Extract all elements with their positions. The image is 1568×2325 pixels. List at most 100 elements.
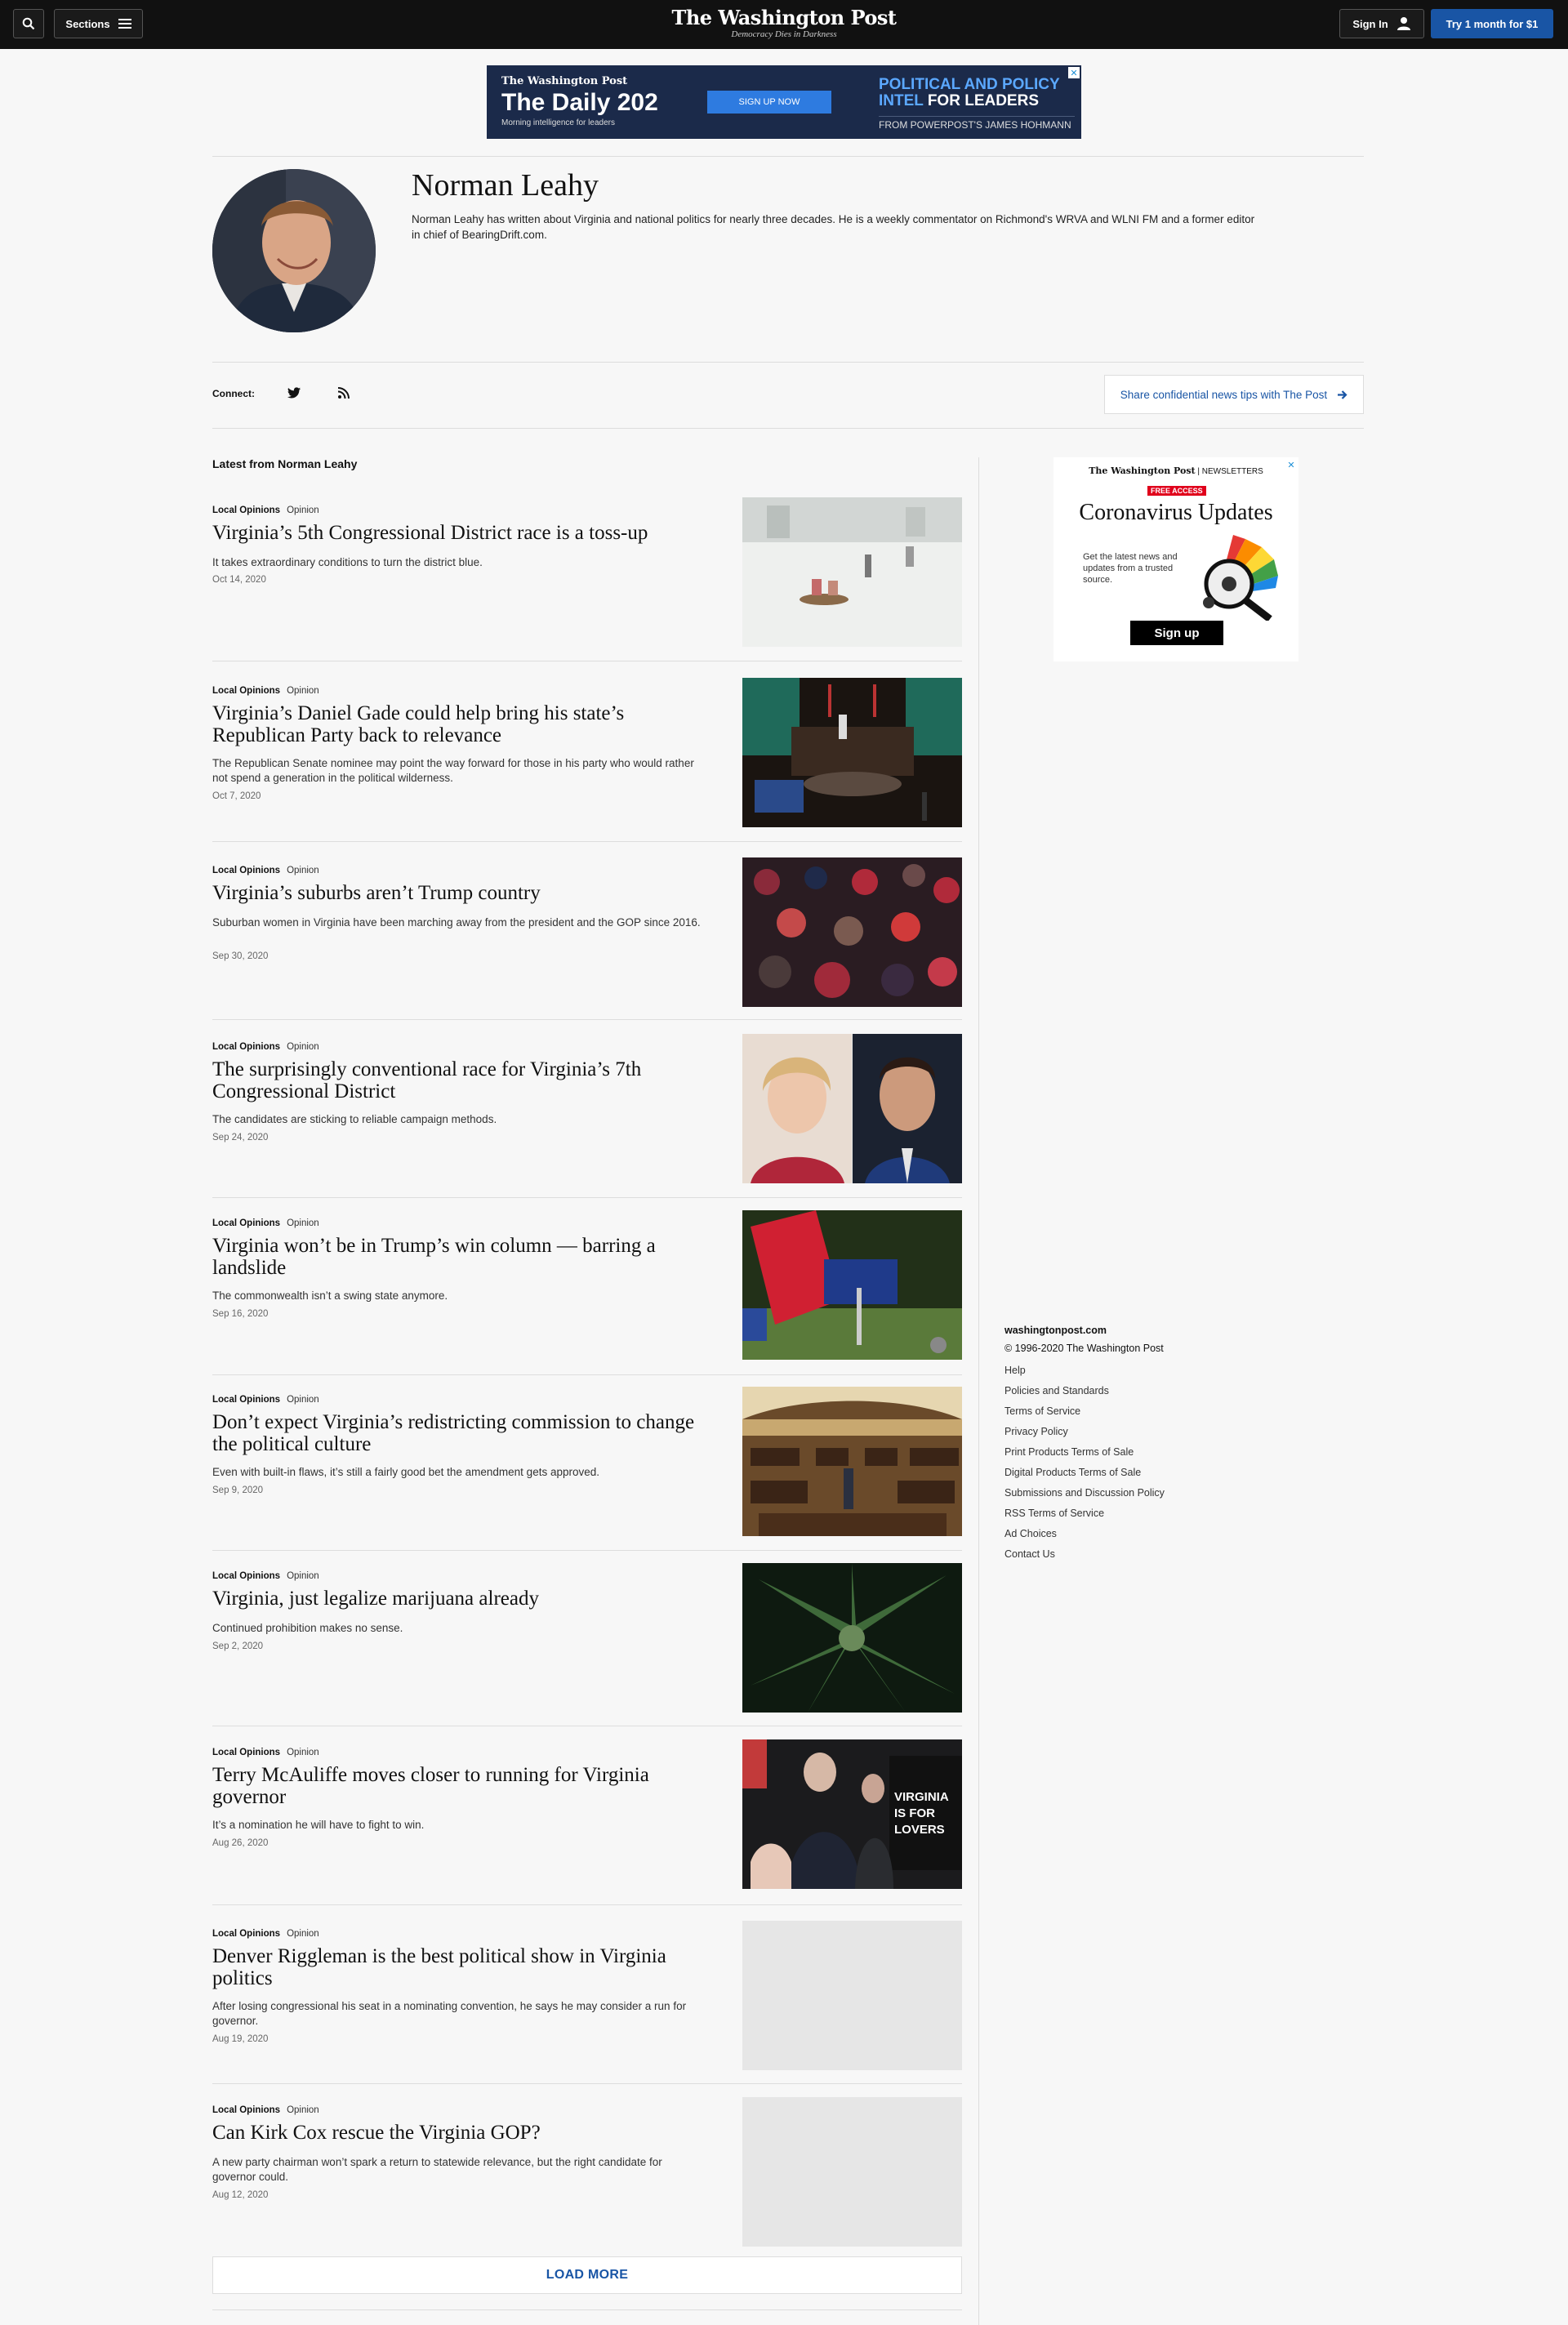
article-item[interactable]: Local Opinions Opinion Can Kirk Cox rescu…	[212, 2097, 962, 2260]
article-item[interactable]: Local Opinions Opinion Terry McAuliffe mo…	[212, 1739, 962, 1905]
article-section: Local Opinions	[212, 1042, 281, 1052]
ad-sign-up-button[interactable]: SIGN UP NOW	[707, 91, 831, 114]
footer-link-submissions[interactable]: Submissions and Discussion Policy	[1004, 1483, 1165, 1503]
article-item[interactable]: Local Opinions Opinion Virginia’s Daniel …	[212, 678, 962, 842]
article-thumbnail[interactable]: VIRGINIA IS FOR LOVERS	[742, 1739, 962, 1889]
ad-line-1: POLITICAL AND POLICY	[879, 76, 1060, 93]
article-headline[interactable]: Virginia, just legalize marijuana alread…	[212, 1588, 702, 1610]
share-news-tips-button[interactable]: Share confidential news tips with The Po…	[1104, 375, 1364, 414]
article-blurb: After losing congressional his seat in a…	[212, 2000, 687, 2027]
footer-link-print-terms[interactable]: Print Products Terms of Sale	[1004, 1442, 1165, 1463]
article-thumbnail[interactable]	[742, 1034, 962, 1183]
article-type: Opinion	[287, 1748, 319, 1757]
footer-link-terms[interactable]: Terms of Service	[1004, 1401, 1165, 1422]
svg-text:LOVERS: LOVERS	[894, 1823, 945, 1837]
article-section: Local Opinions	[212, 686, 281, 696]
rss-link[interactable]	[336, 385, 351, 400]
article-date: Sep 16, 2020	[212, 1309, 269, 1319]
article-type: Opinion	[287, 1571, 319, 1581]
article-thumbnail[interactable]	[742, 1387, 962, 1536]
article-blurb: The commonwealth isn’t a swing state any…	[212, 1289, 448, 1302]
article-blurb: A new party chairman won’t spark a retur…	[212, 2156, 662, 2183]
svg-text:IS FOR: IS FOR	[894, 1806, 935, 1820]
article-section: Local Opinions	[212, 866, 281, 875]
footer-link-policies[interactable]: Policies and Standards	[1004, 1381, 1165, 1401]
article-blurb: The candidates are sticking to reliable …	[212, 1113, 497, 1125]
article-kicker: Local Opinions Opinion	[212, 506, 319, 515]
article-date: Aug 19, 2020	[212, 2034, 269, 2044]
author-bio: Norman Leahy has written about Virginia …	[412, 213, 1255, 241]
connect-label: Connect:	[212, 388, 255, 399]
article-type: Opinion	[287, 2105, 319, 2115]
article-headline[interactable]: The surprisingly conventional race for V…	[212, 1058, 702, 1102]
ad-line-3: FROM POWERPOST'S JAMES HOHMANN	[879, 116, 1075, 131]
side-ad-brand-name: The Washington Post	[1089, 465, 1196, 476]
footer-site-name[interactable]: washingtonpost.com	[1004, 1325, 1165, 1336]
ad-line-2-intel: INTEL	[879, 92, 924, 109]
article-kicker: Local Opinions Opinion	[212, 1571, 319, 1581]
article-section: Local Opinions	[212, 2105, 281, 2115]
footer-link-help[interactable]: Help	[1004, 1361, 1165, 1381]
article-thumbnail-placeholder[interactable]	[742, 2097, 962, 2247]
sign-in-button[interactable]: Sign In	[1339, 9, 1424, 38]
article-item[interactable]: Local Opinions Opinion Don’t expect Virgi…	[212, 1387, 962, 1551]
logo-name: The Washington Post	[671, 6, 897, 29]
side-ad-brand: The Washington Post | NEWSLETTERS	[1054, 465, 1298, 476]
article-item[interactable]: Local Opinions Opinion Virginia, just leg…	[212, 1563, 962, 1726]
article-headline[interactable]: Virginia’s Daniel Gade could help bring …	[212, 702, 702, 746]
svg-text:VIRGINIA: VIRGINIA	[894, 1790, 949, 1804]
footer-link-privacy[interactable]: Privacy Policy	[1004, 1422, 1165, 1442]
ad-title: The Daily 202	[501, 89, 658, 116]
article-thumbnail[interactable]	[742, 1210, 962, 1360]
article-kicker: Local Opinions Opinion	[212, 1929, 319, 1939]
footer-link-ad-choices[interactable]: Ad Choices	[1004, 1524, 1165, 1544]
coronavirus-newsletter-ad[interactable]: The Washington Post | NEWSLETTERS FREE A…	[1054, 457, 1298, 661]
side-ad-close-icon[interactable]: ✕	[1285, 459, 1297, 470]
footer-link-rss-terms[interactable]: RSS Terms of Service	[1004, 1503, 1165, 1524]
article-item[interactable]: Local Opinions Opinion Virginia won’t be …	[212, 1210, 962, 1375]
article-type: Opinion	[287, 1395, 319, 1405]
subscribe-offer-button[interactable]: Try 1 month for $1	[1431, 9, 1553, 38]
article-section: Local Opinions	[212, 1748, 281, 1757]
washington-post-logo[interactable]: The Washington Post Democracy Dies in Da…	[0, 6, 1568, 40]
twitter-link[interactable]	[287, 385, 301, 400]
article-kicker: Local Opinions Opinion	[212, 1748, 319, 1757]
footer-link-contact[interactable]: Contact Us	[1004, 1544, 1165, 1565]
site-footer: washingtonpost.com © 1996-2020 The Washi…	[1004, 1325, 1165, 1565]
article-thumbnail[interactable]	[742, 497, 962, 647]
daily-202-ad-banner[interactable]: The Washington Post The Daily 202 Mornin…	[487, 65, 1081, 139]
article-item[interactable]: Local Opinions Opinion Virginia’s suburbs…	[212, 857, 962, 1020]
free-access-badge: FREE ACCESS	[1147, 486, 1206, 496]
list-bottom-divider	[212, 2309, 962, 2310]
article-headline[interactable]: Virginia’s 5th Congressional District ra…	[212, 522, 702, 544]
article-date: Sep 2, 2020	[212, 1641, 264, 1651]
article-item[interactable]: Local Opinions Opinion The surprisingly c…	[212, 1034, 962, 1198]
footer-link-digital-terms[interactable]: Digital Products Terms of Sale	[1004, 1463, 1165, 1483]
article-blurb: It takes extraordinary conditions to tur…	[212, 556, 483, 568]
arrow-right-icon	[1338, 390, 1348, 399]
share-news-tips-label: Share confidential news tips with The Po…	[1120, 388, 1328, 401]
load-more-button[interactable]: LOAD MORE	[212, 2256, 962, 2294]
article-section: Local Opinions	[212, 1571, 281, 1581]
article-thumbnail[interactable]	[742, 678, 962, 827]
article-divider	[212, 1374, 962, 1375]
article-item[interactable]: Local Opinions Opinion Virginia’s 5th Con…	[212, 497, 962, 661]
ad-close-icon[interactable]: ✕	[1068, 67, 1080, 78]
article-headline[interactable]: Don’t expect Virginia’s redistricting co…	[212, 1411, 702, 1455]
logo-tagline: Democracy Dies in Darkness	[731, 29, 837, 39]
article-thumbnail[interactable]	[742, 1563, 962, 1713]
article-headline[interactable]: Virginia’s suburbs aren’t Trump country	[212, 882, 702, 904]
article-thumbnail-placeholder[interactable]	[742, 1921, 962, 2070]
side-ad-sign-up-button[interactable]: Sign up	[1130, 621, 1223, 645]
article-headline[interactable]: Denver Riggleman is the best political s…	[212, 1945, 702, 1989]
article-headline[interactable]: Virginia won’t be in Trump’s win column …	[212, 1235, 702, 1279]
article-thumbnail[interactable]	[742, 857, 962, 1007]
article-divider	[212, 1904, 962, 1905]
connect-bottom-divider	[212, 428, 1364, 429]
article-headline[interactable]: Terry McAuliffe moves closer to running …	[212, 1764, 702, 1808]
article-headline[interactable]: Can Kirk Cox rescue the Virginia GOP?	[212, 2122, 702, 2144]
article-kicker: Local Opinions Opinion	[212, 866, 319, 875]
article-item[interactable]: Local Opinions Opinion Denver Riggleman i…	[212, 1921, 962, 2084]
article-blurb: Suburban women in Virginia have been mar…	[212, 916, 701, 929]
article-date: Oct 14, 2020	[212, 575, 266, 585]
